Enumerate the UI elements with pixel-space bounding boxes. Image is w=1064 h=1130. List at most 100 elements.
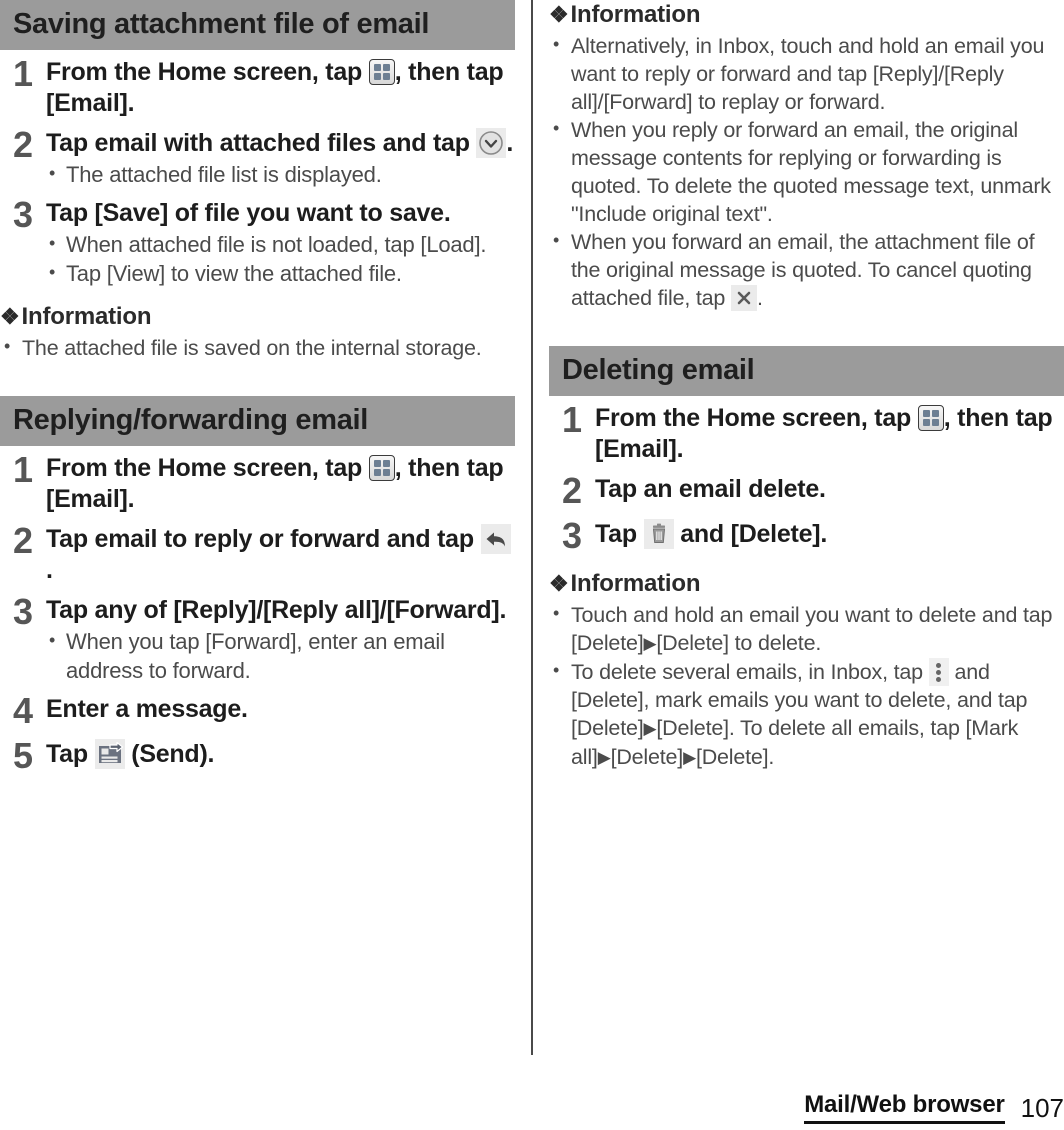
bullet-item: The attached file is saved on the intern… — [0, 332, 515, 362]
app-drawer-icon — [917, 405, 944, 431]
chevron-down-circle-icon — [476, 128, 507, 158]
information-bullet-list: Alternatively, in Inbox, touch and hold … — [549, 30, 1064, 312]
step-text: From the Home screen, tap — [595, 404, 912, 432]
bullet-item: When you reply or forward an email, the … — [549, 114, 1064, 228]
step-body: Tap [Save] of file you want to save. Whe… — [46, 198, 515, 288]
information-heading-text: Information — [21, 303, 152, 330]
step-text: Tap — [46, 740, 88, 768]
reply-arrow-icon — [480, 524, 511, 554]
information-bullet-list: Touch and hold an email you want to dele… — [549, 599, 1064, 772]
information-block: ❖Information Alternatively, in Inbox, to… — [549, 0, 1064, 312]
step-number: 3 — [12, 591, 34, 632]
step-title: From the Home screen, tap , then tap [Em… — [46, 453, 515, 515]
step-body: Enter a message. — [46, 694, 515, 725]
step-body: Tap email to reply or forward and tap . — [46, 524, 515, 586]
close-x-icon — [730, 285, 757, 311]
bullet-text: To delete several emails, in Inbox, tap — [571, 660, 923, 684]
section-heading-replying-forwarding: Replying/forwarding email — [0, 396, 515, 446]
send-icon — [94, 739, 125, 769]
step-item: 3 Tap any of [Reply]/[Reply all]/[Forwar… — [0, 591, 515, 685]
section-heading-saving-attachment: Saving attachment file of email — [0, 0, 515, 50]
step-number: 1 — [12, 53, 34, 94]
step-text: From the Home screen, tap — [46, 58, 363, 86]
bullet-item: The attached file list is displayed. — [46, 159, 515, 189]
step-item: 3 Tap and [Delete]. — [549, 517, 1064, 555]
information-bullet-list: The attached file is saved on the intern… — [0, 332, 515, 362]
footer-page-number: 107 — [1020, 1093, 1064, 1123]
information-heading: ❖ Information — [549, 569, 1064, 599]
app-drawer-icon — [368, 455, 395, 481]
step-bullet-list: When you tap [Forward], enter an email a… — [46, 626, 515, 685]
step-number: 5 — [12, 735, 34, 776]
step-title: Tap email with attached files and tap . — [46, 128, 515, 159]
bullet-item: When attached file is not loaded, tap [L… — [46, 229, 515, 259]
step-item: 1 From the Home screen, tap , then tap [… — [0, 449, 515, 515]
step-item: 1 From the Home screen, tap , then tap [… — [0, 53, 515, 119]
step-bullet-list: The attached file list is displayed. — [46, 159, 515, 189]
step-item: 2 Tap an email delete. — [549, 470, 1064, 511]
step-item: 3 Tap [Save] of file you want to save. W… — [0, 194, 515, 288]
step-body: Tap email with attached files and tap . … — [46, 128, 515, 189]
step-text: From the Home screen, tap — [46, 454, 363, 482]
step-text: Tap email with attached files and tap — [46, 129, 470, 157]
step-item: 2 Tap email to reply or forward and tap … — [0, 520, 515, 586]
step-number: 4 — [12, 690, 34, 731]
step-title: Tap [Save] of file you want to save. — [46, 199, 451, 227]
step-text: Tap email to reply or forward and tap — [46, 525, 474, 553]
page-footer: Mail/Web browser 107 — [804, 1090, 1064, 1124]
step-body: From the Home screen, tap , then tap [Em… — [46, 57, 515, 119]
step-title: Tap email to reply or forward and tap . — [46, 524, 515, 586]
step-title: From the Home screen, tap , then tap [Em… — [46, 57, 515, 119]
step-bullet-list: When attached file is not loaded, tap [L… — [46, 229, 515, 288]
diamond-bullet-icon: ❖ — [549, 2, 569, 27]
information-heading-text: Information — [570, 1, 701, 28]
step-text-tail: . — [506, 129, 514, 157]
step-text: Tap — [595, 520, 637, 548]
information-block: ❖Information Touch and hold an email you… — [549, 569, 1064, 772]
step-title: Enter a message. — [46, 695, 248, 723]
bullet-text-5: [Delete]. — [695, 745, 775, 769]
bullet-item: Alternatively, in Inbox, touch and hold … — [549, 30, 1064, 116]
information-heading: ❖ Information — [549, 0, 1064, 30]
bullet-text-tail: . — [756, 286, 763, 310]
step-body: Tap any of [Reply]/[Reply all]/[Forward]… — [46, 595, 515, 685]
step-number: 3 — [12, 194, 34, 235]
step-number: 1 — [12, 449, 34, 490]
right-column: ❖Information Alternatively, in Inbox, to… — [532, 0, 1064, 1070]
step-text-tail: . — [46, 556, 53, 584]
step-number: 2 — [12, 520, 34, 561]
manual-page: Saving attachment file of email 1 From t… — [0, 0, 1064, 1130]
step-title: Tap and [Delete]. — [595, 519, 1064, 550]
arrow-right-glyph: ▶ — [683, 748, 696, 767]
step-item: 2 Tap email with attached files and tap … — [0, 126, 515, 189]
overflow-menu-icon — [928, 658, 949, 686]
diamond-bullet-icon: ❖ — [549, 571, 569, 596]
bullet-text-4: [Delete] — [610, 745, 684, 769]
step-body: Tap (Send). — [46, 739, 515, 770]
footer-chapter-title: Mail/Web browser — [804, 1090, 1005, 1124]
step-title: Tap (Send). — [46, 739, 515, 770]
step-number: 2 — [561, 470, 583, 511]
arrow-right-glyph: ▶ — [643, 719, 657, 738]
bullet-item: Tap [View] to view the attached file. — [46, 258, 515, 288]
step-item: 5 Tap (Send). — [0, 735, 515, 776]
step-text-tail: (Send). — [131, 740, 215, 768]
information-block: ❖Information The attached file is saved … — [0, 302, 515, 362]
step-item: 4 Enter a message. — [0, 690, 515, 731]
step-body: Tap and [Delete]. — [595, 519, 1064, 550]
step-title: Tap an email delete. — [595, 475, 826, 503]
step-number: 1 — [561, 399, 583, 440]
bullet-item: To delete several emails, in Inbox, tap … — [549, 656, 1064, 772]
bullet-item: When you tap [Forward], enter an email a… — [46, 626, 515, 685]
step-title: From the Home screen, tap , then tap [Em… — [595, 403, 1064, 465]
step-title: Tap any of [Reply]/[Reply all]/[Forward]… — [46, 596, 507, 624]
step-body: From the Home screen, tap , then tap [Em… — [46, 453, 515, 515]
step-body: Tap an email delete. — [595, 474, 1064, 505]
information-heading-text: Information — [570, 570, 701, 597]
information-heading: ❖ Information — [0, 302, 515, 332]
bullet-item: When you forward an email, the attachmen… — [549, 226, 1064, 312]
diamond-bullet-icon: ❖ — [0, 304, 20, 329]
left-column: Saving attachment file of email 1 From t… — [0, 0, 532, 1070]
bullet-text: When you forward an email, the attachmen… — [571, 230, 1035, 310]
